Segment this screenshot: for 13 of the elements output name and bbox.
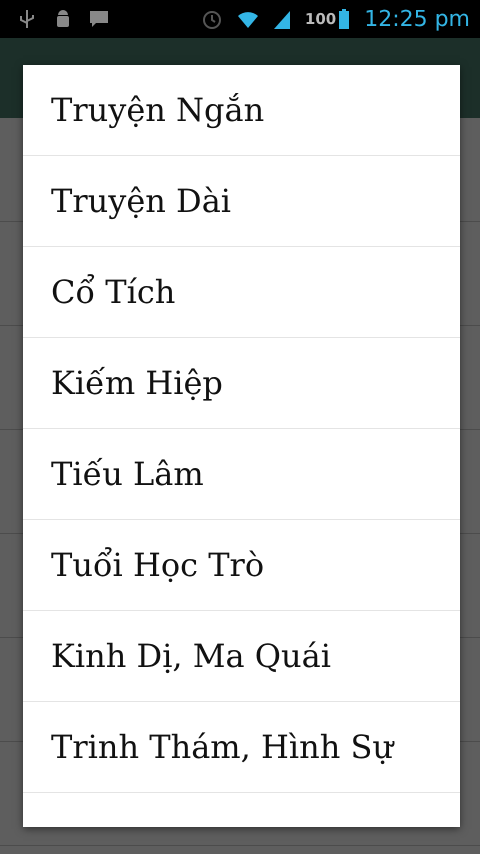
menu-item[interactable]: Cổ Tích (23, 247, 460, 338)
alarm-icon (200, 8, 223, 30)
message-icon (88, 8, 110, 30)
menu-item[interactable]: Truyện Dài (23, 156, 460, 247)
battery-level: 100 (304, 10, 336, 28)
menu-item[interactable]: Tiếu Lâm (23, 429, 460, 520)
menu-item[interactable]: Kiếm Hiệp (23, 338, 460, 429)
menu-item[interactable]: Tuổi Học Trò (23, 520, 460, 611)
menu-item[interactable]: Kinh Dị, Ma Quái (23, 611, 460, 702)
menu-item[interactable]: Trinh Thám, Hình Sự (23, 702, 460, 793)
clock: 12:25 pm (364, 6, 470, 32)
menu-item[interactable]: Truyện Ngắn (23, 65, 460, 156)
battery-icon (338, 8, 350, 30)
